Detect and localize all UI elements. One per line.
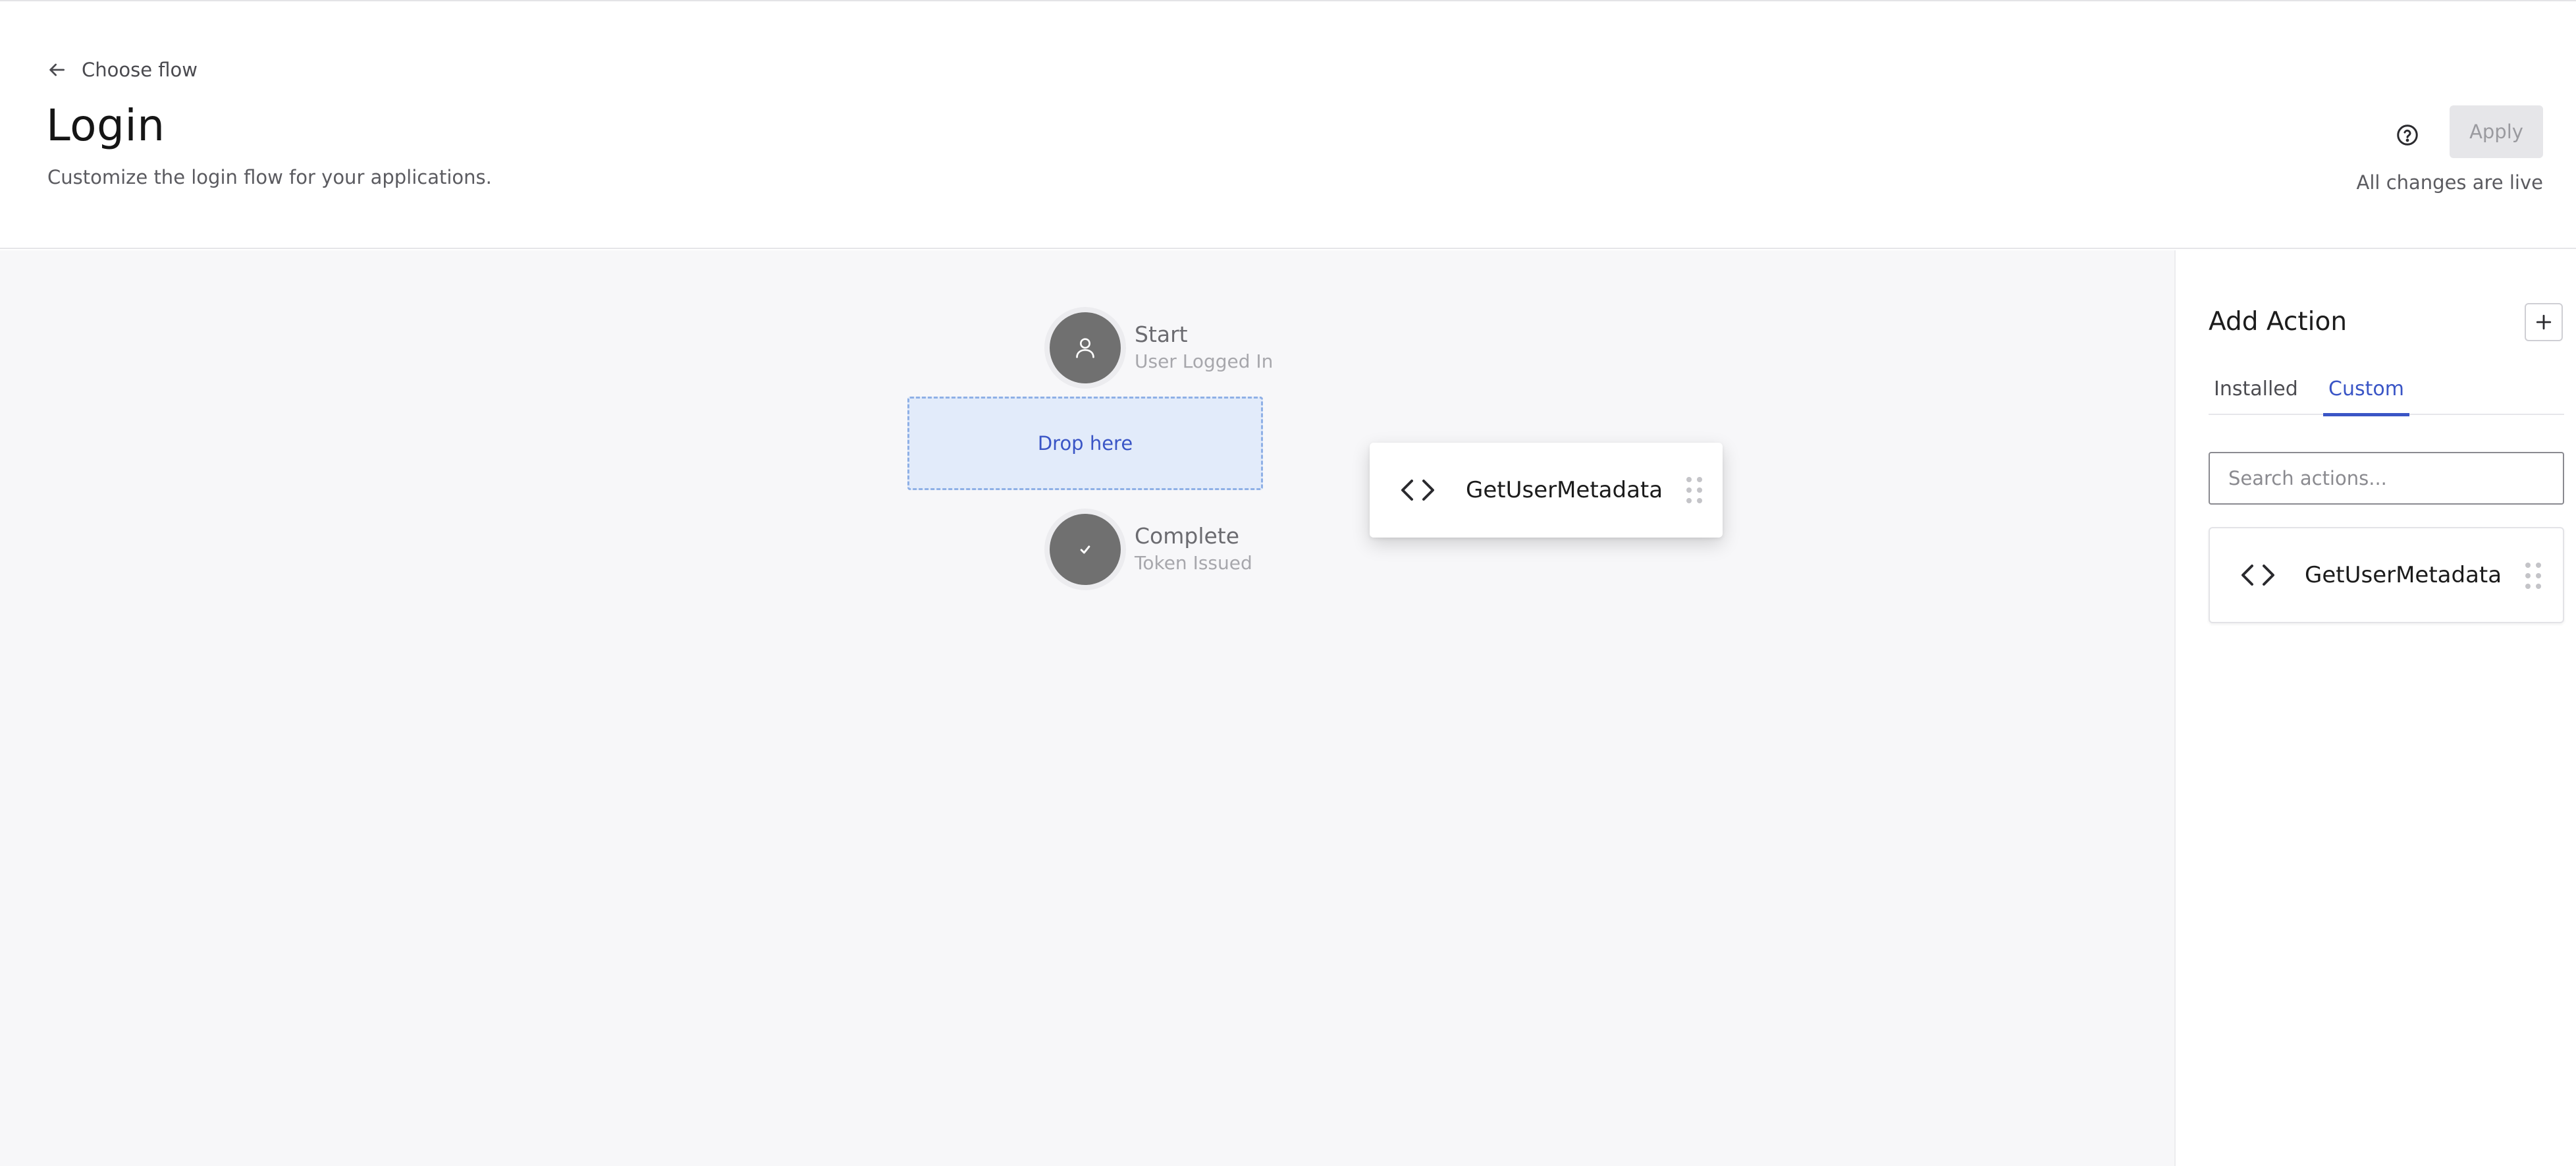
- live-status-text: All changes are live: [2356, 171, 2543, 194]
- action-list-item-name: GetUserMetadata: [2305, 562, 2502, 588]
- plus-icon: [2536, 314, 2552, 330]
- apply-button[interactable]: Apply: [2450, 105, 2543, 158]
- choose-flow-link[interactable]: Choose flow: [46, 55, 198, 84]
- drop-zone-label: Drop here: [1037, 432, 1133, 455]
- drag-handle-icon[interactable]: [1686, 476, 1703, 504]
- action-tabs: Installed Custom: [2209, 373, 2564, 416]
- complete-node: [1050, 514, 1121, 585]
- search-actions-input[interactable]: [2209, 452, 2564, 505]
- page-subtitle: Customize the login flow for your applic…: [47, 166, 492, 188]
- panel-title: Add Action: [2209, 307, 2348, 337]
- tab-installed[interactable]: Installed: [2209, 373, 2303, 415]
- page-title: Login: [46, 100, 165, 151]
- complete-node-subtitle: Token Issued: [1135, 552, 1252, 574]
- check-icon: [1080, 545, 1090, 554]
- add-action-panel: Add Action Installed Custom GetUserMetad…: [2174, 250, 2576, 1166]
- drop-zone[interactable]: Drop here: [907, 397, 1263, 490]
- help-circle-icon: [2397, 125, 2418, 146]
- user-icon: [1076, 338, 1094, 358]
- complete-node-title: Complete: [1135, 523, 1240, 549]
- choose-flow-label: Choose flow: [82, 59, 198, 81]
- action-list-item[interactable]: GetUserMetadata: [2209, 527, 2564, 623]
- dragging-action-name: GetUserMetadata: [1466, 477, 1663, 503]
- help-button[interactable]: [2389, 117, 2426, 153]
- add-action-button[interactable]: [2525, 303, 2563, 341]
- flow-canvas[interactable]: Start User Logged In Drop here Complete …: [0, 250, 2174, 1166]
- start-node-subtitle: User Logged In: [1135, 350, 1274, 372]
- start-node: [1050, 312, 1121, 383]
- start-node-title: Start: [1135, 321, 1188, 347]
- code-icon: [2241, 565, 2274, 586]
- tab-custom[interactable]: Custom: [2323, 373, 2409, 416]
- dragging-action-card[interactable]: GetUserMetadata: [1370, 443, 1723, 538]
- page-header: Choose flow Login Customize the login fl…: [0, 1, 2576, 249]
- code-icon: [1401, 480, 1434, 501]
- arrow-left-icon: [49, 63, 65, 76]
- drag-handle-icon[interactable]: [2525, 562, 2542, 590]
